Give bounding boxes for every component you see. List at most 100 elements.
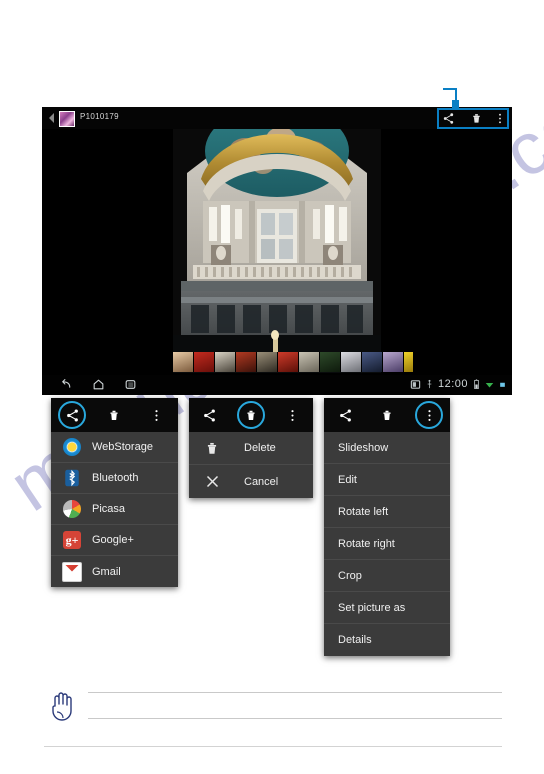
- page-root: manualsmachine.com: [0, 0, 544, 774]
- share-icon[interactable]: [65, 408, 80, 423]
- filmstrip-thumb[interactable]: [320, 352, 341, 372]
- menu-item-cancel[interactable]: Cancel: [189, 465, 313, 498]
- back-icon[interactable]: [60, 378, 73, 391]
- delete-icon[interactable]: [381, 408, 393, 423]
- menu-item-label: Delete: [244, 442, 276, 454]
- share-icon[interactable]: [202, 408, 217, 423]
- home-icon[interactable]: [92, 378, 105, 391]
- nav-right-group: 12:00: [410, 378, 506, 390]
- filmstrip[interactable]: [173, 352, 413, 372]
- tablet-screenshot: P1010179 12:00: [42, 107, 512, 395]
- filmstrip-thumb[interactable]: [257, 352, 278, 372]
- filmstrip-thumb[interactable]: [383, 352, 404, 372]
- menu-item-label: Set picture as: [338, 601, 406, 614]
- menu-item-details[interactable]: Details: [324, 624, 450, 656]
- back-chevron-icon[interactable]: [49, 113, 54, 123]
- menu-item-rotate-left[interactable]: Rotate left: [324, 496, 450, 528]
- menu-item-label: Gmail: [92, 565, 121, 578]
- menu-item-crop[interactable]: Crop: [324, 560, 450, 592]
- overflow-menu-icon[interactable]: [427, 408, 432, 423]
- filmstrip-thumb[interactable]: [173, 352, 194, 372]
- menu-item-label: Edit: [338, 473, 357, 486]
- filmstrip-thumb[interactable]: [215, 352, 236, 372]
- filmstrip-thumb[interactable]: [404, 352, 413, 372]
- photo-viewer[interactable]: [173, 129, 381, 373]
- photo-thumbnail-icon: [59, 111, 75, 127]
- menu-item-set-picture-as[interactable]: Set picture as: [324, 592, 450, 624]
- picasa-icon: [61, 498, 83, 520]
- delete-menu-list: Delete Cancel: [189, 432, 313, 498]
- filmstrip-thumb[interactable]: [362, 352, 383, 372]
- battery-icon: [474, 378, 479, 389]
- panel-action-bar: [324, 398, 450, 432]
- delete-icon-slot[interactable]: [230, 398, 271, 432]
- close-x-icon: [201, 471, 223, 493]
- delete-icon-slot[interactable]: [93, 398, 135, 432]
- trash-icon: [201, 437, 223, 459]
- status-clock: 12:00: [437, 378, 468, 390]
- note-divider: [44, 746, 502, 747]
- share-menu-panel: WebStorage Bluetooth Picasa g+ Google+ G…: [51, 398, 178, 587]
- filmstrip-thumb[interactable]: [299, 352, 320, 372]
- overflow-menu-icon[interactable]: [290, 408, 295, 423]
- overflow-menu-icon[interactable]: [154, 408, 159, 423]
- panel-action-bar: [189, 398, 313, 432]
- callout-highlight-box: [437, 108, 509, 129]
- menu-item-rotate-right[interactable]: Rotate right: [324, 528, 450, 560]
- delete-menu-panel: Delete Cancel: [189, 398, 313, 498]
- note-rule: [88, 692, 502, 693]
- gmail-icon: [61, 561, 83, 583]
- menu-item-label: Rotate right: [338, 537, 395, 550]
- menu-item-bluetooth[interactable]: Bluetooth: [51, 463, 178, 494]
- nav-left-group: [60, 378, 137, 391]
- panel-action-bar: [51, 398, 178, 432]
- filmstrip-thumb[interactable]: [236, 352, 257, 372]
- share-icon-slot[interactable]: [189, 398, 230, 432]
- filmstrip-thumb[interactable]: [194, 352, 215, 372]
- overflow-icon-slot[interactable]: [408, 398, 450, 432]
- googleplus-icon: g+: [61, 529, 83, 551]
- menu-item-label: Rotate left: [338, 505, 389, 518]
- share-icon-slot[interactable]: [324, 398, 366, 432]
- tablet-nav-bar: 12:00: [42, 375, 512, 395]
- usb-icon: [427, 379, 432, 388]
- menu-item-picasa[interactable]: Picasa: [51, 494, 178, 525]
- share-icon-slot[interactable]: [51, 398, 93, 432]
- delete-icon-slot[interactable]: [366, 398, 408, 432]
- menu-item-label: Bluetooth: [92, 472, 139, 484]
- hand-note-icon: [52, 692, 72, 721]
- menu-item-googleplus[interactable]: g+ Google+: [51, 525, 178, 556]
- overflow-icon-slot[interactable]: [135, 398, 177, 432]
- share-menu-list: WebStorage Bluetooth Picasa g+ Google+ G…: [51, 432, 178, 587]
- menu-item-webstorage[interactable]: WebStorage: [51, 432, 178, 463]
- menu-item-label: Google+: [92, 534, 134, 546]
- wifi-icon: [485, 382, 494, 387]
- note-rule: [88, 718, 502, 719]
- filmstrip-thumb[interactable]: [278, 352, 299, 372]
- menu-item-delete[interactable]: Delete: [189, 432, 313, 465]
- delete-icon[interactable]: [108, 408, 120, 423]
- share-icon[interactable]: [338, 408, 353, 423]
- callout-marker: [452, 100, 459, 108]
- signal-icon: [500, 382, 505, 387]
- photo-title: P1010179: [80, 112, 119, 121]
- overflow-menu-list: Slideshow Edit Rotate left Rotate right …: [324, 432, 450, 656]
- delete-icon[interactable]: [245, 408, 257, 423]
- menu-item-label: WebStorage: [92, 441, 153, 453]
- recent-apps-icon[interactable]: [124, 378, 137, 391]
- overflow-icon-slot[interactable]: [272, 398, 313, 432]
- filmstrip-thumb[interactable]: [341, 352, 362, 372]
- screenshot-icon[interactable]: [410, 379, 421, 390]
- dome-photo: [173, 129, 381, 373]
- note-block: [44, 688, 502, 750]
- overflow-menu-panel: Slideshow Edit Rotate left Rotate right …: [324, 398, 450, 656]
- menu-item-label: Picasa: [92, 503, 126, 515]
- menu-item-gmail[interactable]: Gmail: [51, 556, 178, 587]
- menu-item-label: Crop: [338, 569, 362, 582]
- menu-item-edit[interactable]: Edit: [324, 464, 450, 496]
- bluetooth-icon: [61, 467, 83, 489]
- menu-item-label: Slideshow: [338, 441, 389, 454]
- webstorage-icon: [61, 436, 83, 458]
- menu-item-slideshow[interactable]: Slideshow: [324, 432, 450, 464]
- menu-item-label: Details: [338, 634, 372, 646]
